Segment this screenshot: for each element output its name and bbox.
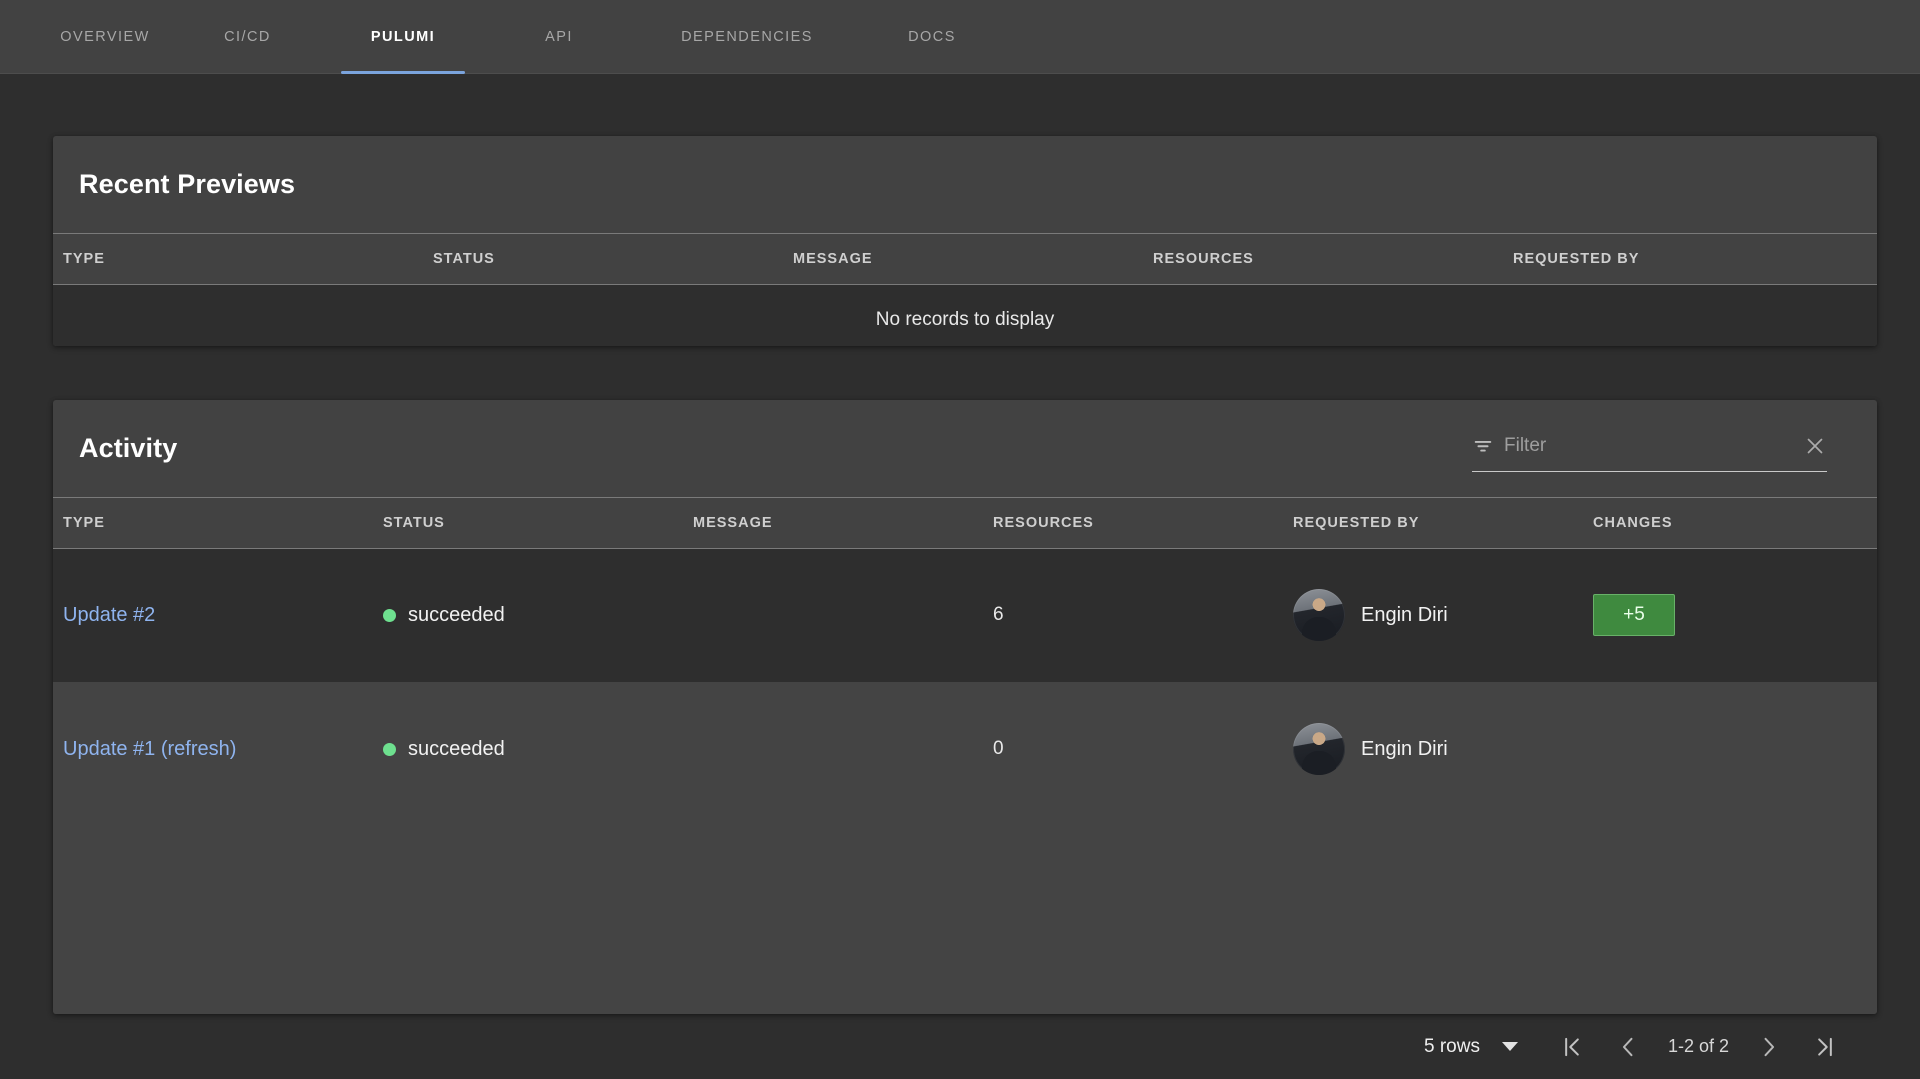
recent-previews-header-row: TYPE STATUS MESSAGE RESOURCES REQUESTED … xyxy=(53,234,1877,285)
activity-title: Activity xyxy=(79,433,178,463)
cell-requested-by: Engin Diri xyxy=(1283,682,1583,816)
next-page-button[interactable] xyxy=(1741,1019,1797,1075)
tab-api[interactable]: API xyxy=(481,0,637,74)
tab-overview-label: OVERVIEW xyxy=(60,29,150,45)
first-page-icon xyxy=(1565,1037,1579,1056)
status-label: succeeded xyxy=(408,603,505,626)
column-header-message[interactable]: MESSAGE xyxy=(683,498,983,549)
changes-badge[interactable]: +5 xyxy=(1593,594,1675,637)
update-link[interactable]: Update #2 xyxy=(63,604,155,626)
cell-resources: 6 xyxy=(983,548,1283,682)
pagination-bar: 5 rows 1-2 of 2 xyxy=(53,1014,1877,1079)
user-name: Engin Diri xyxy=(1361,603,1448,626)
rows-per-page-select[interactable]: 5 rows xyxy=(1424,1036,1518,1058)
chevron-left-icon xyxy=(1622,1037,1633,1056)
user-name: Engin Diri xyxy=(1361,737,1448,760)
cell-message xyxy=(683,682,983,816)
filter-icon xyxy=(1474,440,1492,451)
empty-state-row: No records to display xyxy=(53,284,1877,346)
previous-page-button[interactable] xyxy=(1600,1019,1656,1075)
column-header-status[interactable]: STATUS xyxy=(373,498,683,549)
first-page-button[interactable] xyxy=(1544,1019,1600,1075)
tab-dependencies-label: DEPENDENCIES xyxy=(681,29,813,45)
recent-previews-title: Recent Previews xyxy=(79,169,296,199)
cell-message xyxy=(683,548,983,682)
status-label: succeeded xyxy=(408,737,505,760)
cell-resources: 0 xyxy=(983,682,1283,816)
column-header-requested-by[interactable]: REQUESTED BY xyxy=(1283,498,1583,549)
activity-table: TYPE STATUS MESSAGE RESOURCES REQUESTED … xyxy=(53,498,1877,1014)
tab-ci-cd[interactable]: CI/CD xyxy=(170,0,325,74)
cell-type: Update #1 (refresh) xyxy=(53,682,373,816)
close-icon[interactable] xyxy=(1803,434,1827,458)
cell-type: Update #2 xyxy=(53,548,373,682)
chevron-right-icon xyxy=(1764,1037,1775,1056)
empty-state-message: No records to display xyxy=(53,284,1877,346)
chevron-down-icon xyxy=(1501,1042,1518,1051)
filter-input[interactable] xyxy=(1504,434,1793,457)
column-header-resources[interactable]: RESOURCES xyxy=(983,498,1283,549)
tab-pulumi-label: PULUMI xyxy=(370,29,436,45)
cell-status: succeeded xyxy=(373,548,683,682)
column-header-type[interactable]: TYPE xyxy=(53,234,423,285)
tab-docs[interactable]: DOCS xyxy=(857,0,1007,74)
activity-header: Activity xyxy=(53,400,1877,498)
column-header-status[interactable]: STATUS xyxy=(423,234,783,285)
tab-ci-cd-label: CI/CD xyxy=(224,29,271,45)
table-filler-row xyxy=(53,816,1877,1014)
activity-card: Activity TYPE STATUS MESSAGE RESOURCES xyxy=(53,400,1877,1014)
cell-status: succeeded xyxy=(373,682,683,816)
activity-filter[interactable] xyxy=(1472,426,1827,472)
column-header-message[interactable]: MESSAGE xyxy=(783,234,1143,285)
cell-changes: +5 xyxy=(1583,548,1877,682)
status-dot-icon xyxy=(383,742,396,756)
cell-requested-by: Engin Diri xyxy=(1283,548,1583,682)
tab-overview[interactable]: OVERVIEW xyxy=(40,0,170,74)
last-page-button[interactable] xyxy=(1797,1019,1853,1075)
avatar xyxy=(1293,589,1345,642)
tab-dependencies[interactable]: DEPENDENCIES xyxy=(637,0,857,74)
column-header-changes[interactable]: CHANGES xyxy=(1583,498,1877,549)
cell-changes xyxy=(1583,682,1877,816)
rows-per-page-label: 5 rows xyxy=(1423,1035,1480,1057)
recent-previews-table: TYPE STATUS MESSAGE RESOURCES REQUESTED … xyxy=(53,234,1877,346)
status-dot-icon xyxy=(383,608,396,622)
recent-previews-header: Recent Previews xyxy=(53,136,1877,234)
column-header-type[interactable]: TYPE xyxy=(53,498,373,549)
tab-api-label: API xyxy=(545,29,573,45)
avatar xyxy=(1293,723,1345,775)
column-header-requested-by[interactable]: REQUESTED BY xyxy=(1503,234,1877,285)
update-link[interactable]: Update #1 (refresh) xyxy=(63,738,236,760)
tab-pulumi[interactable]: PULUMI xyxy=(325,0,481,74)
column-header-resources[interactable]: RESOURCES xyxy=(1143,234,1503,285)
table-row[interactable]: Update #2 succeeded 6 Engin Diri +5 xyxy=(53,548,1877,682)
primary-tab-bar: OVERVIEW CI/CD PULUMI API DEPENDENCIES D… xyxy=(0,0,1920,74)
page-range-label: 1-2 of 2 xyxy=(1667,1036,1729,1056)
table-row[interactable]: Update #1 (refresh) succeeded 0 Engin Di… xyxy=(53,682,1877,816)
recent-previews-card: Recent Previews TYPE STATUS MESSAGE RESO… xyxy=(53,136,1877,346)
tab-docs-label: DOCS xyxy=(908,29,956,45)
last-page-icon xyxy=(1818,1037,1832,1056)
activity-header-row: TYPE STATUS MESSAGE RESOURCES REQUESTED … xyxy=(53,498,1877,549)
